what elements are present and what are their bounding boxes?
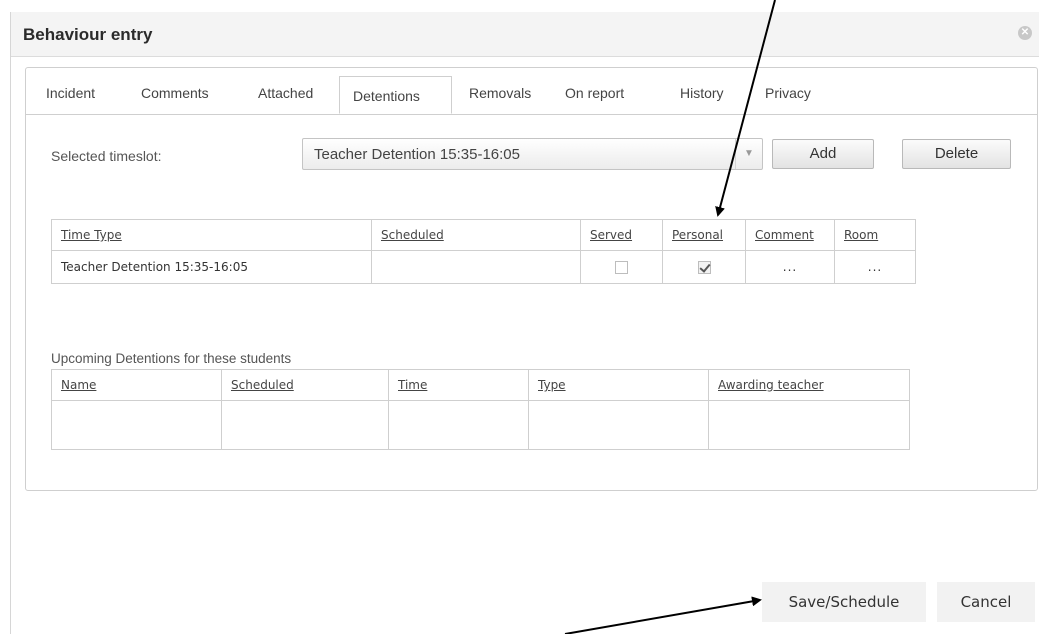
empty-cell (528, 400, 709, 450)
column-header-served[interactable]: Served (580, 219, 663, 251)
column-header-type[interactable]: Type (528, 369, 709, 401)
column-header-time-type[interactable]: Time Type (51, 219, 372, 251)
column-header-comment[interactable]: Comment (745, 219, 835, 251)
delete-button[interactable]: Delete (902, 139, 1011, 169)
table-row: Teacher Detention 15:35-16:05 ... ... (51, 250, 916, 284)
chevron-down-icon[interactable]: ▼ (735, 139, 762, 169)
tab-attached[interactable]: Attached (258, 85, 313, 101)
column-header-name[interactable]: Name (51, 369, 222, 401)
cell-personal (662, 250, 746, 284)
timeslot-label: Selected timeslot: (51, 148, 162, 164)
column-header-time[interactable]: Time (388, 369, 529, 401)
tab-privacy[interactable]: Privacy (765, 85, 811, 101)
detentions-table: Time Type Scheduled Served Personal Comm… (51, 219, 916, 284)
close-icon[interactable]: ✕ (1018, 26, 1032, 40)
upcoming-detentions-heading: Upcoming Detentions for these students (51, 351, 292, 366)
behaviour-entry-dialog: Behaviour entry ✕ Incident Comments Atta… (10, 12, 1039, 634)
tab-bar: Incident Comments Attached Detentions Re… (26, 68, 1037, 115)
column-header-personal[interactable]: Personal (662, 219, 746, 251)
dialog-titlebar: Behaviour entry ✕ (11, 12, 1039, 57)
cancel-button[interactable]: Cancel (937, 582, 1035, 622)
personal-checkbox[interactable] (697, 261, 711, 274)
timeslot-value: Teacher Detention 15:35-16:05 (314, 146, 520, 163)
tab-removals[interactable]: Removals (469, 85, 531, 101)
column-header-scheduled[interactable]: Scheduled (221, 369, 389, 401)
cell-time-type: Teacher Detention 15:35-16:05 (51, 250, 372, 284)
served-checkbox[interactable] (615, 261, 628, 274)
room-ellipsis-button[interactable]: ... (834, 250, 916, 284)
empty-cell (51, 400, 222, 450)
table-header-row: Name Scheduled Time Type Awarding teache… (51, 369, 910, 401)
tab-history[interactable]: History (680, 85, 724, 101)
save-schedule-button[interactable]: Save/Schedule (762, 582, 926, 622)
column-header-awarding-teacher[interactable]: Awarding teacher (708, 369, 910, 401)
table-row (51, 400, 910, 450)
upcoming-detentions-table: Name Scheduled Time Type Awarding teache… (51, 369, 910, 450)
table-header-row: Time Type Scheduled Served Personal Comm… (51, 219, 916, 251)
column-header-room[interactable]: Room (834, 219, 916, 251)
tab-comments[interactable]: Comments (141, 85, 209, 101)
tab-incident[interactable]: Incident (46, 85, 95, 101)
add-button[interactable]: Add (772, 139, 874, 169)
detentions-panel: Incident Comments Attached Detentions Re… (25, 67, 1038, 491)
tab-on-report[interactable]: On report (565, 85, 624, 101)
empty-cell (708, 400, 910, 450)
tab-detentions[interactable]: Detentions (339, 76, 452, 114)
cell-served (580, 250, 663, 284)
comment-ellipsis-button[interactable]: ... (745, 250, 835, 284)
column-header-scheduled[interactable]: Scheduled (371, 219, 581, 251)
dialog-title: Behaviour entry (23, 25, 153, 44)
timeslot-select[interactable]: Teacher Detention 15:35-16:05 ▼ (302, 138, 763, 170)
empty-cell (221, 400, 389, 450)
cell-scheduled (371, 250, 581, 284)
empty-cell (388, 400, 529, 450)
